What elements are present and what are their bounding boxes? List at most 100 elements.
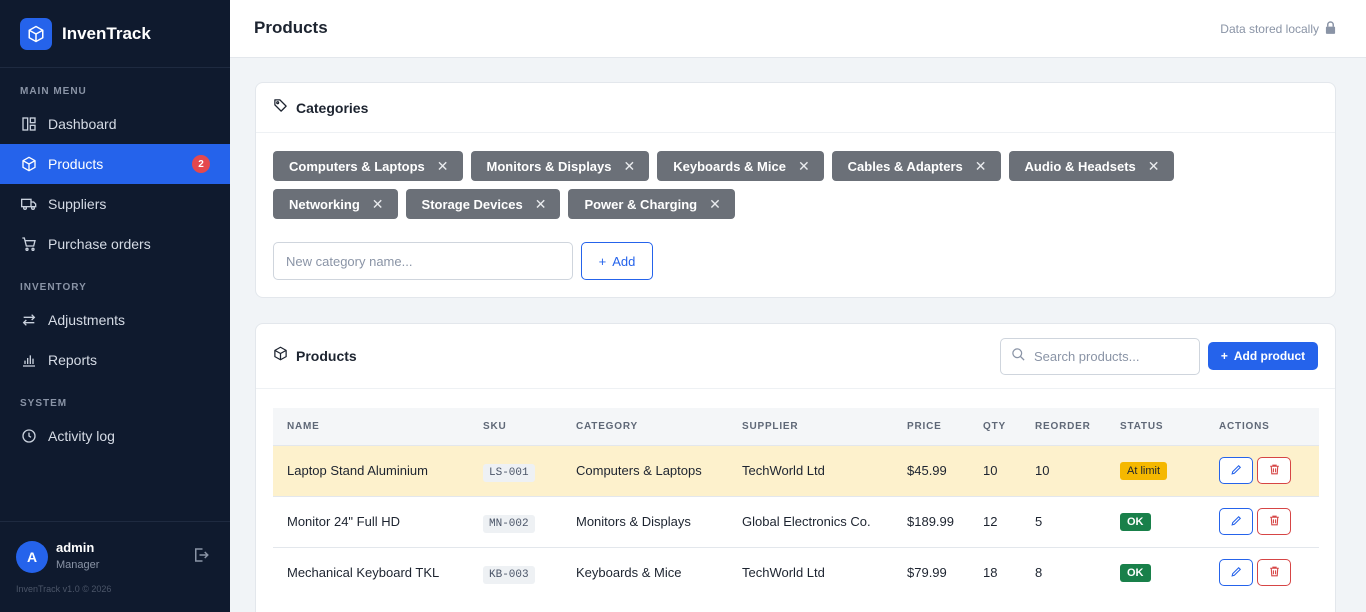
sku-code: KB-003 bbox=[483, 565, 535, 584]
section-label-system: SYSTEM bbox=[20, 398, 68, 409]
arrows-icon bbox=[20, 311, 38, 329]
category-chip: Power & Charging ✕ bbox=[568, 189, 735, 219]
cell-reorder: 8 bbox=[1021, 546, 1106, 598]
products-card: Products + Add product NAMESKUCATEGORYSU… bbox=[255, 323, 1336, 612]
cell-name: Mechanical Keyboard TKL bbox=[273, 546, 469, 598]
cell-reorder: 5 bbox=[1021, 495, 1106, 547]
cell-actions bbox=[1205, 546, 1319, 598]
delete-button[interactable] bbox=[1257, 457, 1291, 484]
remove-category-icon[interactable]: ✕ bbox=[798, 158, 810, 175]
box-icon bbox=[273, 346, 288, 366]
cell-qty: 10 bbox=[969, 444, 1021, 496]
sidebar-item-label: Suppliers bbox=[48, 196, 107, 212]
bar-chart-icon bbox=[20, 351, 38, 369]
column-header[interactable]: QTY bbox=[969, 408, 1021, 445]
category-chip-label: Networking bbox=[289, 196, 360, 212]
plus-icon: + bbox=[1220, 349, 1228, 363]
trash-icon bbox=[1268, 565, 1281, 581]
plus-icon: + bbox=[598, 253, 607, 269]
category-chip: Cables & Adapters ✕ bbox=[831, 151, 1001, 181]
remove-category-icon[interactable]: ✕ bbox=[1148, 158, 1160, 175]
app-name: InvenTrack bbox=[62, 23, 151, 43]
sidebar-item-dashboard[interactable]: Dashboard bbox=[0, 104, 230, 144]
sidebar-item-products[interactable]: Products 2 bbox=[0, 144, 230, 184]
column-header[interactable]: SUPPLIER bbox=[728, 408, 893, 445]
sidebar-item-label: Dashboard bbox=[48, 116, 117, 132]
cell-actions bbox=[1205, 495, 1319, 547]
pencil-icon bbox=[1230, 514, 1243, 530]
sidebar-item-adjustments[interactable]: Adjustments bbox=[0, 300, 230, 340]
search-icon bbox=[1011, 347, 1026, 367]
column-header[interactable]: ACTIONS bbox=[1205, 408, 1319, 445]
sidebar-item-activity-log[interactable]: Activity log bbox=[0, 416, 230, 456]
sku-code: MN-002 bbox=[483, 514, 535, 533]
remove-category-icon[interactable]: ✕ bbox=[437, 158, 449, 175]
column-header[interactable]: NAME bbox=[273, 408, 469, 445]
remove-category-icon[interactable]: ✕ bbox=[535, 196, 547, 213]
tag-icon bbox=[273, 98, 288, 118]
box-logo-icon bbox=[20, 17, 52, 50]
box-icon bbox=[20, 155, 38, 173]
add-category-button[interactable]: + Add bbox=[581, 242, 653, 280]
brand[interactable]: InvenTrack bbox=[0, 0, 230, 68]
status-badge: At limit bbox=[1120, 461, 1167, 480]
logout-icon[interactable] bbox=[192, 546, 210, 564]
version-text: InvenTrack v1.0 © 2026 bbox=[16, 584, 112, 594]
add-product-label: Add product bbox=[1233, 349, 1306, 363]
category-chip: Networking ✕ bbox=[273, 189, 398, 219]
category-chip-label: Cables & Adapters bbox=[847, 158, 963, 174]
cell-price: $189.99 bbox=[893, 495, 969, 547]
trash-icon bbox=[1268, 463, 1281, 479]
cell-price: $79.99 bbox=[893, 546, 969, 598]
edit-button[interactable] bbox=[1219, 457, 1253, 484]
remove-category-icon[interactable]: ✕ bbox=[709, 196, 721, 213]
edit-button[interactable] bbox=[1219, 559, 1253, 587]
category-chip-list: Computers & Laptops ✕ Monitors & Displays ✕… bbox=[273, 151, 1313, 227]
remove-category-icon[interactable]: ✕ bbox=[975, 158, 987, 175]
sku-code: LS-001 bbox=[483, 463, 535, 482]
table-row[interactable]: Monitor 24" Full HD MN-002 Monitors & Disp… bbox=[273, 495, 1319, 547]
delete-button[interactable] bbox=[1257, 508, 1291, 535]
trash-icon bbox=[1268, 514, 1281, 530]
add-product-button[interactable]: + Add product bbox=[1208, 342, 1318, 370]
search-input[interactable] bbox=[1034, 349, 1184, 364]
sidebar: InvenTrack MAIN MENU Dashboard Products … bbox=[0, 0, 230, 612]
category-chip: Keyboards & Mice ✕ bbox=[657, 151, 824, 181]
cell-status: OK bbox=[1106, 495, 1205, 547]
column-header[interactable]: REORDER bbox=[1021, 408, 1106, 445]
sidebar-item-label: Products bbox=[48, 156, 104, 172]
sidebar-item-label: Activity log bbox=[48, 428, 115, 444]
table-row[interactable]: Laptop Stand Aluminium LS-001 Computers & … bbox=[273, 444, 1319, 496]
dashboard-icon bbox=[20, 115, 38, 133]
products-title: Products bbox=[296, 348, 357, 364]
remove-category-icon[interactable]: ✕ bbox=[372, 196, 384, 213]
remove-category-icon[interactable]: ✕ bbox=[624, 158, 636, 175]
sidebar-item-suppliers[interactable]: Suppliers bbox=[0, 184, 230, 224]
count-badge: 2 bbox=[192, 155, 210, 173]
sidebar-item-purchase-orders[interactable]: Purchase orders bbox=[0, 224, 230, 264]
column-header[interactable]: STATUS bbox=[1106, 408, 1205, 445]
column-header[interactable]: PRICE bbox=[893, 408, 969, 445]
category-chip: Audio & Headsets ✕ bbox=[1008, 151, 1174, 181]
pencil-icon bbox=[1230, 565, 1243, 581]
product-search[interactable] bbox=[1000, 338, 1200, 375]
category-chip-label: Storage Devices bbox=[421, 196, 523, 212]
products-table: NAME SKU CATEGORY SUPPLIER PRICE QTY REORDER ST… bbox=[273, 408, 1319, 598]
table-row[interactable]: Mechanical Keyboard TKL KB-003 Keyboards &… bbox=[273, 546, 1319, 598]
add-category-label: Add bbox=[612, 253, 636, 269]
delete-button[interactable] bbox=[1257, 559, 1291, 587]
sidebar-item-reports[interactable]: Reports bbox=[0, 340, 230, 380]
user-role: Manager bbox=[56, 559, 100, 571]
column-header[interactable]: SKU bbox=[469, 408, 562, 445]
categories-card: Categories Computers & Laptops ✕ Monitors … bbox=[255, 82, 1336, 298]
cell-category: Monitors & Displays bbox=[562, 495, 728, 547]
sidebar-item-label: Reports bbox=[48, 352, 98, 368]
avatar[interactable]: A bbox=[16, 541, 48, 573]
sidebar-item-label: Adjustments bbox=[48, 312, 126, 328]
cell-category: Keyboards & Mice bbox=[562, 546, 728, 598]
edit-button[interactable] bbox=[1219, 508, 1253, 535]
category-chip-label: Audio & Headsets bbox=[1024, 158, 1136, 174]
column-header[interactable]: CATEGORY bbox=[562, 408, 728, 445]
cell-sku: LS-001 bbox=[469, 444, 562, 496]
new-category-input[interactable] bbox=[273, 242, 573, 280]
